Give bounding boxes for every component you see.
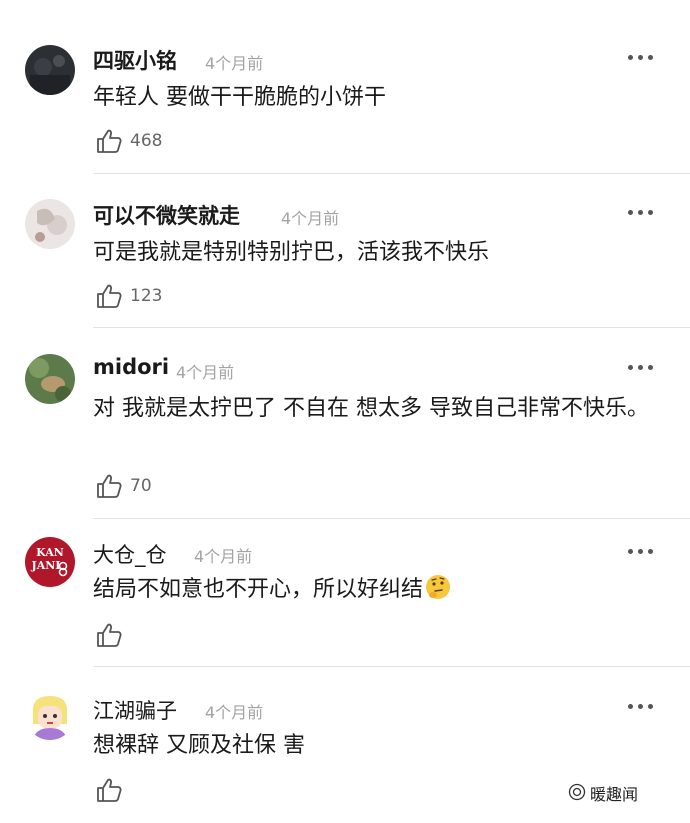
comment-text: 可是我就是特别特别拧巴，活该我不快乐: [93, 240, 490, 265]
thumbs-up-icon: [97, 474, 122, 498]
more-options-icon[interactable]: [628, 704, 654, 712]
divider: [93, 173, 690, 174]
comment-text: 想裸辞 又顾及社保 害: [93, 733, 305, 758]
like-count: 70: [130, 476, 152, 496]
divider: [93, 666, 690, 667]
avatar[interactable]: [25, 199, 75, 249]
username[interactable]: 大仓_仓: [93, 539, 167, 569]
username[interactable]: midori: [93, 355, 169, 379]
more-options-icon[interactable]: [628, 365, 654, 373]
timestamp: 4个月前: [281, 209, 340, 228]
wechat-official-account-icon: [568, 783, 586, 801]
more-options-icon[interactable]: [628, 210, 654, 218]
comment-text: 结局不如意也不开心，所以好纠结: [93, 573, 663, 606]
like-count: 468: [130, 131, 163, 151]
username[interactable]: 可以不微笑就走: [93, 200, 240, 230]
avatar[interactable]: [25, 354, 75, 404]
avatar[interactable]: [25, 45, 75, 95]
comment-text: 年轻人 要做干干脆脆的小饼干: [93, 85, 386, 110]
like-count: 123: [130, 286, 163, 306]
thinking-face-emoji: [426, 575, 451, 599]
timestamp: 4个月前: [205, 54, 264, 73]
timestamp: 4个月前: [194, 547, 253, 566]
username[interactable]: 四驱小铭: [93, 45, 177, 75]
avatar[interactable]: KAN JANI: [25, 537, 75, 587]
avatar-logo-text: KAN: [36, 546, 64, 559]
avatar-logo-text: JANI: [31, 559, 61, 572]
comment-text: 对 我就是太拧巴了 不自在 想太多 导致自己非常不快乐。: [93, 396, 649, 421]
more-options-icon[interactable]: [628, 55, 654, 63]
divider: [93, 327, 690, 328]
timestamp: 4个月前: [176, 363, 235, 382]
more-options-icon[interactable]: [628, 549, 654, 557]
thumbs-up-icon: [97, 284, 122, 308]
comment-text-content: 结局不如意也不开心，所以好纠结: [93, 577, 424, 602]
timestamp: 4个月前: [205, 703, 264, 722]
watermark-text: 暖趣闻: [590, 785, 639, 804]
thumbs-up-icon: [97, 129, 122, 153]
avatar[interactable]: [25, 690, 75, 740]
thumbs-up-icon: [97, 778, 122, 802]
thumbs-up-icon: [97, 623, 122, 647]
username[interactable]: 江湖骗子: [93, 695, 177, 725]
divider: [93, 518, 690, 519]
